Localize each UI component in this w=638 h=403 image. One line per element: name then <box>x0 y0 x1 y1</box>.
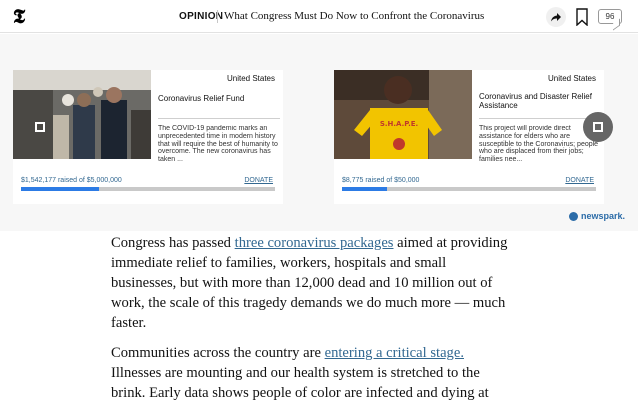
critical-stage-link[interactable]: entering a critical stage. <box>325 345 464 361</box>
expand-icon[interactable] <box>35 122 45 132</box>
paragraph-text: Communities across the country are <box>111 345 325 361</box>
newspark-logo[interactable]: newspark. <box>569 211 625 221</box>
bookmark-icon[interactable] <box>576 8 588 26</box>
donation-card[interactable]: S.H.A.P.E. United States Coronavirus and… <box>334 70 604 204</box>
card-country: United States <box>547 74 596 83</box>
card-title[interactable]: Coronavirus and Disaster Relief Assistan… <box>479 92 597 110</box>
three-packages-link[interactable]: three coronavirus packages <box>235 235 394 251</box>
brand-name: newspark. <box>581 211 626 221</box>
divider <box>158 118 280 119</box>
card-description: This project will provide direct assista… <box>479 125 599 161</box>
shirt-text: S.H.A.P.E. <box>380 120 418 128</box>
comments-button[interactable]: 96 <box>598 9 622 24</box>
raised-amount: $8,775 raised of $50,000 <box>342 177 420 184</box>
card-photo <box>13 70 151 159</box>
paragraph-text: Congress has passed <box>111 235 235 251</box>
progress-bar <box>21 187 275 191</box>
comment-count: 96 <box>605 12 615 21</box>
paragraph: Congress has passed three coronavirus pa… <box>111 233 511 333</box>
divider <box>217 10 218 23</box>
donation-card[interactable]: United States Coronavirus Relief Fund Th… <box>13 70 283 204</box>
progress-bar <box>342 187 596 191</box>
top-bar: 𝕿 OPINION What Congress Must Do Now to C… <box>0 0 638 33</box>
paragraph: Communities across the country are enter… <box>111 343 511 403</box>
paragraph-text: Illnesses are mounting and our health sy… <box>111 365 489 401</box>
progress-fill <box>21 187 100 191</box>
donate-link[interactable]: DONATE <box>244 177 273 184</box>
raised-amount: $1,542,177 raised of $5,000,000 <box>21 177 122 184</box>
progress-fill <box>342 187 387 191</box>
card-title[interactable]: Coronavirus Relief Fund <box>158 94 276 103</box>
card-description: The COVID-19 pandemic marks an unprecede… <box>158 125 278 161</box>
share-button[interactable] <box>546 7 566 27</box>
card-photo: S.H.A.P.E. <box>334 70 472 159</box>
expand-button[interactable] <box>583 112 613 142</box>
article-body: Congress has passed three coronavirus pa… <box>111 233 511 403</box>
donate-link[interactable]: DONATE <box>565 177 594 184</box>
expand-icon <box>593 122 603 132</box>
headline: What Congress Must Do Now to Confront th… <box>224 10 485 22</box>
share-icon <box>551 13 561 22</box>
newspark-icon <box>569 211 578 221</box>
card-country: United States <box>226 74 275 83</box>
divider <box>479 118 601 119</box>
nyt-logo[interactable]: 𝕿 <box>9 5 29 27</box>
